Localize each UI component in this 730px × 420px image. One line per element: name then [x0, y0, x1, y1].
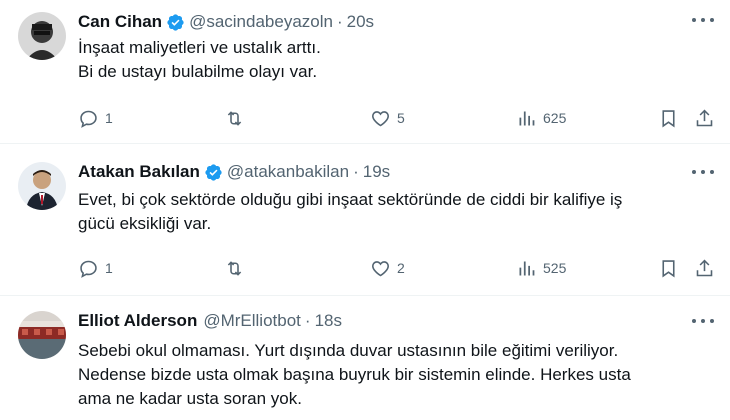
tweet-3[interactable]: Elliot Alderson @MrElliotbot · 18s Sebeb…: [0, 309, 730, 420]
verified-badge-icon: [166, 13, 185, 32]
heart-icon: [372, 260, 389, 276]
tweet-actions: 1 2 525: [78, 256, 718, 280]
bookmark-icon: [662, 259, 675, 277]
bookmark-icon: [662, 109, 675, 127]
retweet-icon: [227, 110, 242, 126]
author-name[interactable]: Atakan Bakılan: [78, 162, 200, 182]
bookmark-button[interactable]: [658, 256, 685, 280]
author-handle[interactable]: @MrElliotbot: [203, 311, 301, 331]
tweet-text: Evet, bi çok sektörde olduğu gibi inşaat…: [78, 190, 623, 233]
like-count: 2: [397, 260, 405, 276]
like-button[interactable]: 5: [370, 106, 405, 130]
reply-count: 1: [105, 110, 113, 126]
tweet-divider: [0, 295, 730, 296]
author-name[interactable]: Can Cihan: [78, 12, 162, 32]
reply-count: 1: [105, 260, 113, 276]
like-count: 5: [397, 110, 405, 126]
verified-badge-icon: [204, 163, 223, 182]
reply-button[interactable]: 1: [78, 106, 113, 130]
author-name[interactable]: Elliot Alderson: [78, 311, 197, 331]
tweet-text: İnşaat maliyetleri ve ustalık arttı. Bi …: [78, 38, 321, 81]
views-bar-chart-icon: [519, 111, 535, 125]
separator-dot: ·: [353, 162, 359, 181]
share-icon: [696, 259, 713, 276]
avatar-can-cihan[interactable]: [18, 12, 66, 60]
tweet-timestamp[interactable]: 19s: [363, 162, 390, 182]
share-icon: [696, 109, 713, 126]
view-count: 625: [543, 110, 567, 126]
reply-icon: [80, 260, 97, 278]
more-dots-icon[interactable]: [692, 12, 714, 28]
more-dots-icon[interactable]: [692, 313, 714, 329]
separator-dot: ·: [304, 311, 311, 330]
tweet-header: Can Cihan @sacindabeyazoln · 20s: [78, 10, 374, 34]
views-button[interactable]: 625: [516, 106, 566, 130]
heart-icon: [372, 110, 389, 126]
tweet-thread: Can Cihan @sacindabeyazoln · 20s İnşaat …: [0, 0, 730, 420]
tweet-2[interactable]: Atakan Bakılan @atakanbakilan · 19s Evet…: [0, 160, 730, 285]
views-bar-chart-icon: [519, 261, 535, 275]
more-dots-icon[interactable]: [692, 164, 714, 180]
tweet-text: Sebebi okul olmaması. Yurt dışında duvar…: [78, 341, 631, 408]
retweet-icon: [227, 260, 242, 276]
tweet-header: Atakan Bakılan @atakanbakilan · 19s: [78, 160, 390, 184]
avatar-elliot-alderson[interactable]: [18, 311, 66, 359]
tweet-timestamp[interactable]: 20s: [347, 12, 374, 32]
bookmark-button[interactable]: [658, 106, 685, 130]
separator-dot: ·: [336, 12, 343, 31]
tweet-divider: [0, 143, 730, 144]
tweet-1[interactable]: Can Cihan @sacindabeyazoln · 20s İnşaat …: [0, 8, 730, 138]
like-button[interactable]: 2: [370, 256, 405, 280]
share-button[interactable]: [694, 256, 721, 280]
author-handle[interactable]: @atakanbakilan: [227, 162, 349, 182]
view-count: 525: [543, 260, 567, 276]
share-button[interactable]: [694, 106, 721, 130]
retweet-button[interactable]: [224, 106, 251, 130]
reply-icon: [80, 110, 97, 128]
avatar-atakan-bakilan[interactable]: [18, 162, 66, 210]
author-handle[interactable]: @sacindabeyazoln: [189, 12, 333, 32]
tweet-timestamp[interactable]: 18s: [315, 311, 342, 331]
reply-button[interactable]: 1: [78, 256, 113, 280]
tweet-actions: 1 5 625: [78, 106, 718, 130]
views-button[interactable]: 525: [516, 256, 566, 280]
retweet-button[interactable]: [224, 256, 251, 280]
tweet-header: Elliot Alderson @MrElliotbot · 18s: [78, 309, 342, 333]
